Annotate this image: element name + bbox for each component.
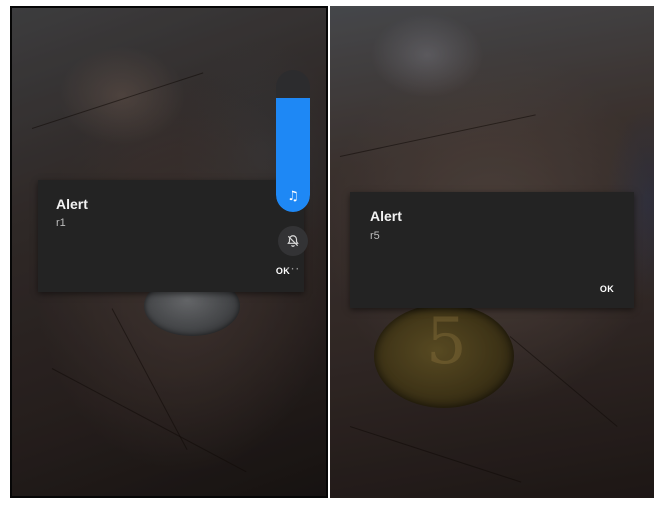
ringer-mode-button[interactable] <box>278 226 308 256</box>
dialog-message: r1 <box>56 217 66 229</box>
dialog-title: Alert <box>56 196 88 212</box>
phone-screen-left: Alert r1 OK ♫ ··· <box>10 6 328 498</box>
phone-screen-right: 5 Alert r5 OK <box>330 6 654 498</box>
volume-slider[interactable]: ♫ <box>276 70 310 212</box>
ok-button[interactable]: OK <box>600 284 614 294</box>
screenshot-frame: Alert r1 OK ♫ ··· 5 Alert r5 OK <box>0 0 659 506</box>
dialog-message: r5 <box>370 230 380 242</box>
bell-off-icon <box>287 235 299 247</box>
more-horizontal-icon[interactable]: ··· <box>276 258 310 280</box>
alert-dialog: Alert r5 OK <box>350 192 634 308</box>
alert-dialog: Alert r1 OK <box>38 180 304 292</box>
music-note-icon: ♫ <box>287 189 299 204</box>
dialog-title: Alert <box>370 208 402 224</box>
